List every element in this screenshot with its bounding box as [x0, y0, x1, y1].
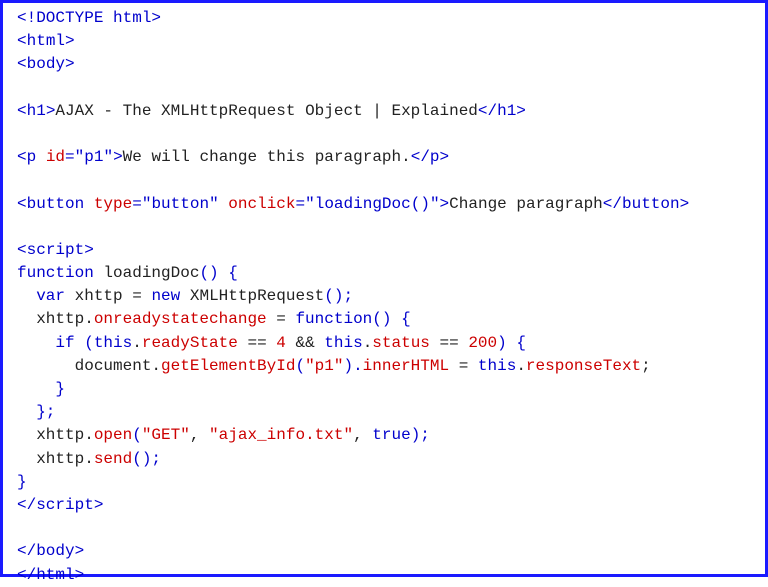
js-line-close-fn: } — [17, 473, 27, 491]
doctype: <!DOCTYPE html> — [17, 9, 161, 27]
js-line-close-cb: }; — [17, 403, 55, 421]
html-close: </html> — [17, 566, 84, 584]
h1-element: <h1>AJAX - The XMLHttpRequest Object | E… — [17, 102, 526, 120]
button-element: <button type="button" onclick="loadingDo… — [17, 195, 689, 213]
js-line-getelem: document.getElementById("p1").innerHTML … — [17, 357, 651, 375]
html-open: <html> — [17, 32, 75, 50]
js-line-var: var xhttp = new XMLHttpRequest(); — [17, 287, 353, 305]
js-line-close-if: } — [17, 380, 65, 398]
js-line-func-decl: function loadingDoc() { — [17, 264, 238, 282]
body-close: </body> — [17, 542, 84, 560]
js-line-send: xhttp.send(); — [17, 450, 161, 468]
script-open: <script> — [17, 241, 94, 259]
script-close: </script> — [17, 496, 103, 514]
body-open: <body> — [17, 55, 75, 73]
js-line-if: if (this.readyState == 4 && this.status … — [17, 334, 526, 352]
js-line-onready: xhttp.onreadystatechange = function() { — [17, 310, 411, 328]
p-element: <p id="p1">We will change this paragraph… — [17, 148, 449, 166]
code-block: <!DOCTYPE html> <html> <body> <h1>AJAX -… — [17, 7, 759, 587]
js-line-open: xhttp.open("GET", "ajax_info.txt", true)… — [17, 426, 430, 444]
code-viewer-frame: <!DOCTYPE html> <html> <body> <h1>AJAX -… — [0, 0, 768, 577]
